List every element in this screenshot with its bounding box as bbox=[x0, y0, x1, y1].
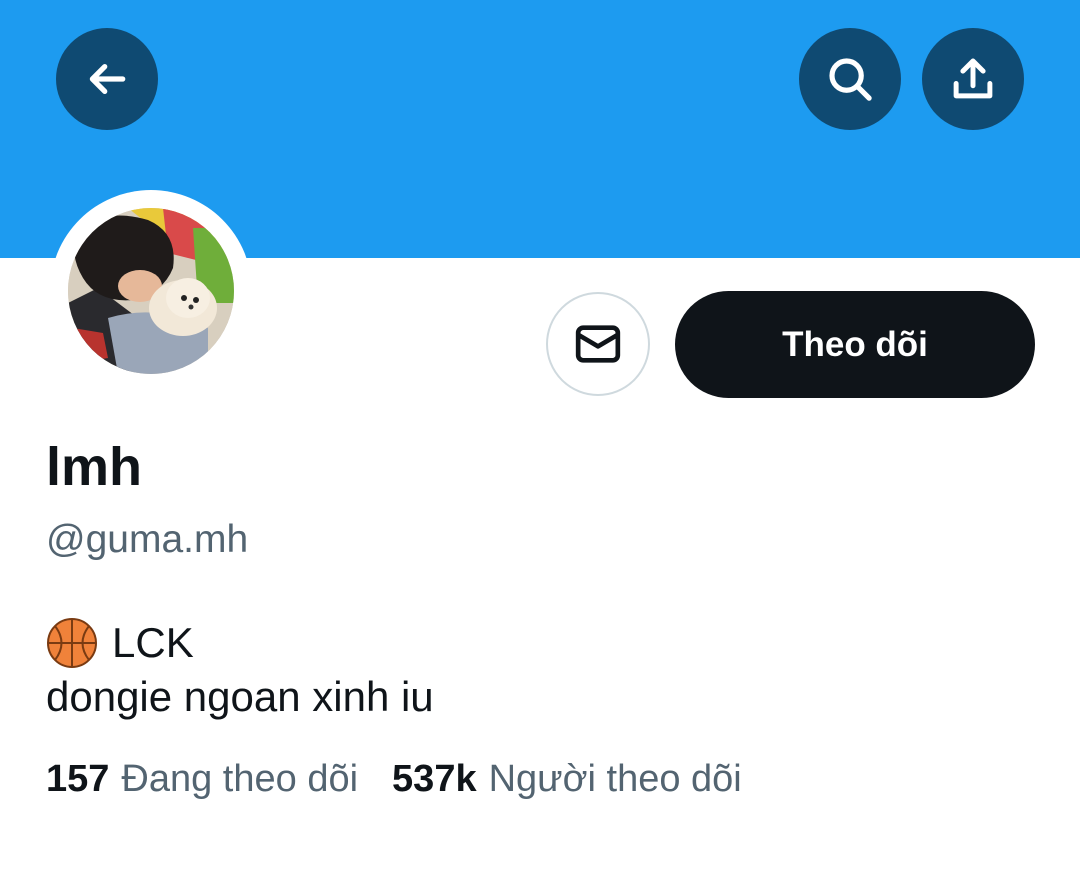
following-count: 157 bbox=[46, 758, 110, 800]
message-button[interactable] bbox=[546, 292, 650, 396]
search-icon bbox=[829, 58, 872, 101]
search-button[interactable] bbox=[799, 28, 901, 130]
bio-text-2: dongie ngoan xinh iu bbox=[46, 673, 434, 720]
following-label: Đang theo dõi bbox=[121, 758, 359, 800]
arrow-left-icon bbox=[89, 64, 126, 94]
avatar-container[interactable] bbox=[50, 190, 252, 392]
profile-photo bbox=[68, 208, 234, 374]
following-stat[interactable]: 157 Đang theo dõi bbox=[46, 754, 358, 804]
avatar[interactable] bbox=[68, 208, 234, 374]
username-handle: @guma.mh bbox=[46, 518, 249, 561]
followers-label: Người theo dõi bbox=[488, 758, 742, 800]
bio-text-1: LCK bbox=[112, 619, 194, 666]
followers-count: 537k bbox=[392, 758, 477, 800]
follow-stats: 157 Đang theo dõi 537k Người theo dõi bbox=[46, 754, 776, 804]
share-button[interactable] bbox=[922, 28, 1024, 130]
profile-bio: LCK dongie ngoan xinh iu bbox=[46, 616, 434, 724]
back-button[interactable] bbox=[56, 28, 158, 130]
followers-stat[interactable]: 537k Người theo dõi bbox=[392, 754, 742, 804]
bio-line-1: LCK bbox=[46, 616, 434, 670]
share-upload-icon bbox=[953, 58, 993, 99]
envelope-icon bbox=[575, 325, 621, 363]
display-name: lmh bbox=[46, 437, 143, 497]
basketball-icon bbox=[46, 617, 98, 669]
follow-button[interactable]: Theo dõi bbox=[675, 291, 1035, 398]
